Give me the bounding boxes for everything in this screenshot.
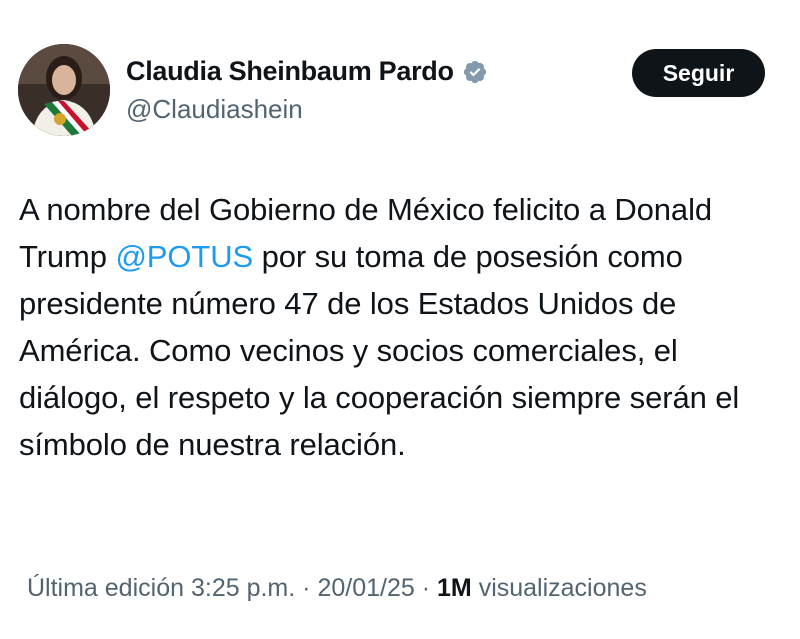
meta-separator: · bbox=[302, 574, 311, 602]
tweet-meta: Última edición 3:25 p.m. · 20/01/25 · 1M… bbox=[27, 574, 647, 603]
follow-button[interactable]: Seguir bbox=[632, 49, 765, 97]
avatar[interactable] bbox=[18, 44, 110, 136]
user-name-row: Claudia Sheinbaum Pardo bbox=[126, 56, 488, 87]
verified-badge-icon bbox=[463, 60, 486, 83]
tweet-text: A nombre del Gobierno de México felicito… bbox=[19, 186, 759, 468]
tweet-time[interactable]: 3:25 p.m. bbox=[191, 574, 295, 602]
tweet-date[interactable]: 20/01/25 bbox=[317, 574, 414, 602]
profile-photo bbox=[18, 44, 110, 136]
views-count[interactable]: 1M bbox=[437, 574, 472, 602]
views-label[interactable]: visualizaciones bbox=[479, 574, 647, 602]
meta-separator: · bbox=[421, 574, 431, 602]
user-handle[interactable]: @Claudiashein bbox=[126, 94, 303, 125]
edited-label[interactable]: Última edición bbox=[27, 574, 184, 602]
display-name[interactable]: Claudia Sheinbaum Pardo bbox=[126, 56, 454, 87]
mention-link[interactable]: @POTUS bbox=[115, 239, 253, 274]
